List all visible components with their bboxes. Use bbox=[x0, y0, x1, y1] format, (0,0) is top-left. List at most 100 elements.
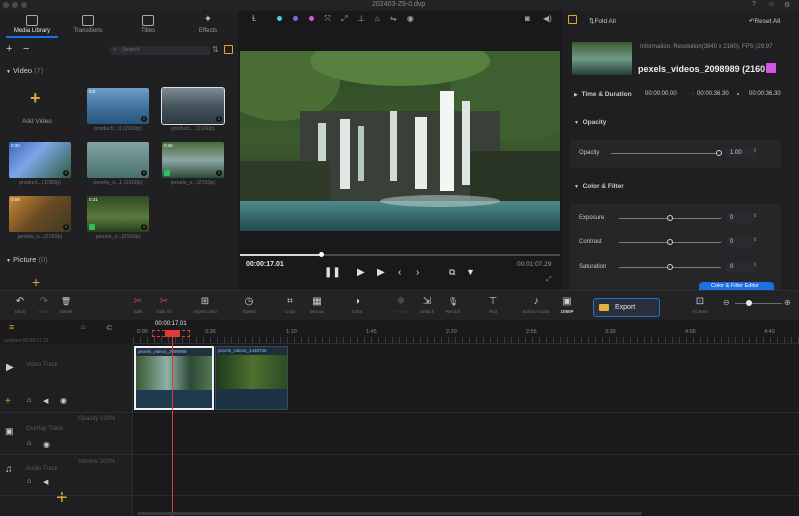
opacity-slider[interactable] bbox=[611, 153, 719, 154]
delete-button[interactable]: 🗑 Delete bbox=[52, 296, 80, 314]
add-icon[interactable]: + bbox=[6, 43, 12, 55]
stepper-icon[interactable]: ⇕ bbox=[753, 237, 757, 243]
time-duration-header[interactable]: ▶ Time & Duration bbox=[574, 91, 632, 98]
playback-progress-handle[interactable] bbox=[319, 252, 324, 257]
media-thumbnail[interactable]: 0:0 i bbox=[87, 88, 149, 124]
lock-icon[interactable]: ⌂ bbox=[27, 397, 31, 404]
contrast-value-field[interactable]: 0 bbox=[726, 237, 756, 247]
saturation-slider-handle[interactable] bbox=[667, 264, 673, 270]
volume-icon[interactable]: ◀) bbox=[543, 14, 552, 23]
info-icon[interactable]: i bbox=[141, 170, 147, 176]
zoom-slider-handle[interactable] bbox=[746, 300, 752, 306]
media-thumbnail[interactable]: 0:36 i bbox=[162, 142, 224, 178]
info-icon[interactable]: i bbox=[63, 224, 69, 230]
minimize-window-button[interactable] bbox=[12, 2, 18, 8]
aspect-ratio-button[interactable]: ⊞ Aspect ratio bbox=[190, 296, 220, 314]
timeline-ruler[interactable] bbox=[133, 337, 799, 344]
account-icon[interactable]: ☺ bbox=[768, 1, 775, 8]
split-all-button[interactable]: ✂ Split All bbox=[150, 296, 178, 314]
info-icon[interactable]: i bbox=[216, 116, 222, 122]
layout-toggle-icon[interactable] bbox=[224, 45, 233, 54]
info-icon[interactable]: i bbox=[63, 170, 69, 176]
exposure-slider-handle[interactable] bbox=[667, 215, 673, 221]
pause-icon[interactable]: ❚❚ bbox=[324, 267, 341, 278]
video-section-header[interactable]: ▼ Video (7) bbox=[6, 66, 43, 75]
eye-icon[interactable]: ◉ bbox=[407, 14, 414, 23]
timeline-clip[interactable]: pexels_videos_2098989 bbox=[134, 346, 214, 410]
zoom-in-icon[interactable]: ⊕ bbox=[784, 298, 791, 307]
remove-icon[interactable]: − bbox=[23, 43, 29, 55]
add-picture-icon[interactable]: + bbox=[32, 275, 40, 289]
media-thumbnail[interactable]: i bbox=[87, 142, 149, 178]
next-frame-icon[interactable]: › bbox=[416, 267, 419, 278]
add-audio-icon[interactable]: + bbox=[56, 488, 68, 508]
fold-all-button[interactable]: ⇅Fold All bbox=[589, 17, 616, 25]
reset-all-button[interactable]: ↶Reset All bbox=[749, 17, 780, 25]
align-icon[interactable]: ⊥ bbox=[358, 14, 365, 23]
picture-section-header[interactable]: ▼ Picture (0) bbox=[6, 255, 48, 264]
text-tool-icon[interactable]: Ɫ bbox=[252, 14, 256, 23]
opacity-value-field[interactable]: 1.00 bbox=[726, 148, 756, 158]
tab-effects[interactable]: ✦ Effects bbox=[182, 15, 234, 35]
timeline-scrollbar[interactable] bbox=[137, 512, 642, 515]
zoom-window-button[interactable] bbox=[21, 2, 27, 8]
speed-button[interactable]: ◷ Speed bbox=[235, 296, 263, 314]
lock-icon[interactable]: ⌂ bbox=[375, 14, 380, 23]
playhead-line[interactable] bbox=[172, 330, 173, 516]
color-filter-header[interactable]: ▼ Color & Filter bbox=[574, 183, 624, 190]
extract-audio-button[interactable]: ♪ Extract Audio bbox=[521, 296, 551, 314]
info-icon[interactable]: i bbox=[141, 116, 147, 122]
volume-icon[interactable]: ◀ bbox=[43, 478, 48, 486]
color-filter-editor-button[interactable]: Color & Filter Editor bbox=[699, 282, 774, 290]
edit-name-icon[interactable] bbox=[766, 63, 776, 73]
add-video-label[interactable]: Add Video bbox=[22, 118, 52, 125]
mirror-icon[interactable]: ⇋ bbox=[390, 14, 397, 23]
color-button[interactable]: ◑ Color bbox=[343, 296, 371, 314]
fullscreen-icon[interactable]: ⤢ bbox=[546, 276, 552, 284]
tab-media-library[interactable]: Media Library bbox=[6, 15, 58, 34]
gear-icon[interactable]: ⚙ bbox=[784, 1, 790, 9]
filter-icon[interactable]: ⇅ bbox=[212, 45, 219, 54]
stepper-icon[interactable]: ⇕ bbox=[753, 148, 757, 154]
resolution-button[interactable]: ▣ 1080P bbox=[553, 296, 581, 314]
exposure-value-field[interactable]: 0 bbox=[726, 213, 756, 223]
expand-icon[interactable]: ⤢ bbox=[341, 14, 347, 23]
previous-frame-icon[interactable]: ‹ bbox=[398, 267, 401, 278]
volume-icon[interactable]: ◀ bbox=[43, 397, 48, 405]
tab-transitions[interactable]: Transitions bbox=[62, 15, 114, 34]
saturation-value-field[interactable]: 0 bbox=[726, 262, 756, 272]
crop-button[interactable]: ⌗ Crop bbox=[276, 296, 304, 314]
split-button[interactable]: ✂ Split bbox=[124, 296, 152, 314]
freeze-button[interactable]: ❄ Freeze bbox=[387, 296, 415, 314]
opacity-slider-handle[interactable] bbox=[716, 150, 722, 156]
fit-icon[interactable]: ⤧ bbox=[324, 14, 330, 23]
video-preview[interactable] bbox=[240, 51, 560, 231]
record-button[interactable]: 🎙 Record bbox=[439, 296, 467, 314]
zoom-out-icon[interactable]: ⊖ bbox=[723, 298, 730, 307]
eye-icon[interactable]: ◉ bbox=[43, 440, 50, 449]
color-dot-icon[interactable] bbox=[309, 16, 315, 21]
lock-icon[interactable]: ⌂ bbox=[27, 440, 31, 447]
media-thumbnail[interactable]: 0:09 i bbox=[9, 196, 71, 232]
color-dot-icon[interactable] bbox=[292, 16, 298, 21]
info-icon[interactable]: i bbox=[141, 224, 147, 230]
opacity-header[interactable]: ▼ Opacity bbox=[574, 119, 606, 126]
camera-icon[interactable]: ◙ bbox=[525, 14, 530, 23]
lock-icon[interactable]: ⌂ bbox=[81, 324, 85, 331]
timeline-clip[interactable]: pexels_videos_1448735 bbox=[215, 346, 288, 410]
help-icon[interactable]: ? bbox=[752, 1, 756, 8]
fit-best-button[interactable]: ⊡ Fit Best bbox=[686, 296, 714, 314]
close-window-button[interactable] bbox=[3, 2, 9, 8]
contrast-slider-handle[interactable] bbox=[667, 239, 673, 245]
info-icon[interactable]: i bbox=[216, 170, 222, 176]
add-video-icon[interactable]: + bbox=[30, 88, 41, 109]
media-thumbnail[interactable]: i bbox=[161, 87, 225, 125]
zoom-slider[interactable] bbox=[735, 303, 782, 304]
stepper-icon[interactable]: ⇕ bbox=[753, 262, 757, 268]
search-input[interactable]: ⌕ Search bbox=[110, 46, 210, 55]
panel-toggle-icon[interactable] bbox=[568, 15, 577, 24]
media-thumbnail[interactable]: 0:31 i bbox=[87, 196, 149, 232]
link-icon[interactable]: ⊂ bbox=[106, 323, 113, 332]
stepper-icon[interactable]: ⇕ bbox=[753, 213, 757, 219]
eye-icon[interactable]: ◉ bbox=[60, 396, 67, 405]
